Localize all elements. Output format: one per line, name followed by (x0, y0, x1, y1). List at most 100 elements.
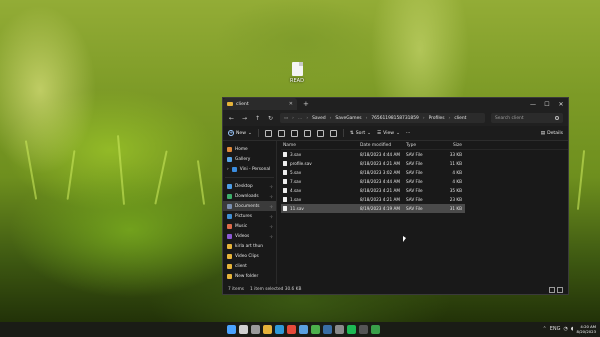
file-name: 5.sav (290, 170, 302, 175)
chevron-right-icon: › (329, 115, 332, 121)
settings-icon[interactable] (335, 325, 344, 334)
close-button[interactable]: ✕ (554, 101, 568, 108)
sidebar-item-desktop[interactable]: Desktop ⊹ (223, 181, 276, 191)
column-header-size[interactable]: Size (442, 143, 462, 148)
sidebar-item-gallery[interactable]: Gallery (223, 154, 276, 164)
table-row[interactable]: 3.sav 8/18/2023 4:44 AM SAV File 33 KB (281, 150, 568, 159)
tab-close-icon[interactable]: ✕ (289, 101, 293, 107)
item-count: 7 items (228, 287, 245, 292)
overflow-icon[interactable]: … (298, 116, 302, 121)
table-row[interactable]: 5.sav 8/18/2023 3:02 AM SAV File 4 KB (281, 168, 568, 177)
wifi-icon[interactable]: ◔ (564, 326, 568, 332)
monitor-icon: ▭ (284, 115, 289, 121)
breadcrumb-item[interactable]: SaveGames (335, 116, 361, 121)
sort-button[interactable]: ⇅ Sort ⌄ (350, 131, 371, 136)
share-icon[interactable] (316, 129, 324, 137)
sidebar-item-home[interactable]: Home (223, 144, 276, 154)
task-view-icon[interactable] (251, 325, 260, 334)
language-indicator[interactable]: ENG (550, 326, 561, 332)
chevron-right-icon: › (292, 115, 294, 121)
details-button[interactable]: ▤ Details (541, 131, 563, 136)
pin-icon: ⊹ (269, 193, 273, 199)
download-icon (227, 193, 232, 199)
tab-client[interactable]: client ✕ (223, 98, 297, 110)
breadcrumb-item[interactable]: 76561198158731859 (371, 116, 419, 121)
breadcrumb-item[interactable]: Saved (312, 116, 326, 121)
copy-icon[interactable] (277, 129, 285, 137)
paste-icon[interactable] (290, 129, 298, 137)
sidebar-item-downloads[interactable]: Downloads ⊹ (223, 191, 276, 201)
file-explorer-icon[interactable] (263, 325, 272, 334)
desktop-file-icon[interactable]: READ (282, 62, 312, 84)
sidebar-item-videos[interactable]: Videos ⊹ (223, 231, 276, 241)
cut-icon[interactable] (264, 129, 272, 137)
sidebar-item-label: Music (235, 223, 248, 229)
wallpaper-grass (24, 140, 38, 200)
start-icon[interactable] (227, 325, 236, 334)
new-button[interactable]: + New ⌄ (228, 130, 252, 136)
table-row[interactable]: 4.sav 8/18/2023 4:21 AM SAV File 35 KB (281, 186, 568, 195)
pin-icon: ⊹ (269, 223, 273, 229)
terminal-icon[interactable] (359, 325, 368, 334)
edge-browser-icon[interactable] (275, 325, 284, 334)
clock[interactable]: 4:20 AM 8/20/2023 (577, 324, 596, 334)
sidebar-item-onedrive[interactable]: › Vini - Personal (223, 164, 276, 174)
column-header-name[interactable]: Name (281, 143, 360, 148)
store-icon[interactable] (299, 325, 308, 334)
view-button[interactable]: ☰ View ⌄ (377, 131, 400, 136)
view-label: View (383, 130, 395, 136)
more-options-button[interactable]: ··· (406, 131, 410, 136)
back-arrow-icon[interactable]: ← (228, 115, 235, 122)
table-row[interactable]: 1.sav 8/18/2023 4:21 AM SAV File 23 KB (281, 195, 568, 204)
details-view-icon[interactable] (549, 286, 555, 293)
file-type: SAV File (406, 188, 423, 193)
steam-icon[interactable] (323, 325, 332, 334)
delete-icon[interactable] (329, 129, 337, 137)
up-arrow-icon[interactable]: ↑ (254, 115, 261, 122)
chevron-up-icon[interactable]: ⌃ (543, 326, 547, 332)
divider (257, 129, 259, 137)
spotify-icon[interactable] (347, 325, 356, 334)
file-icon (283, 188, 287, 193)
file-date: 8/18/2023 3:02 AM (360, 170, 401, 175)
wallpaper-grass (116, 135, 126, 205)
file-name-cell: 11.sav (281, 206, 360, 211)
sidebar-item-folder[interactable]: kirla art thun (223, 241, 276, 251)
chevron-right-icon: › (306, 115, 309, 121)
file-name: 11.sav (290, 206, 304, 211)
sidebar-item-folder[interactable]: Video Clips (223, 251, 276, 261)
rename-icon[interactable] (303, 129, 311, 137)
sidebar-item-folder[interactable]: client (223, 261, 276, 271)
sidebar-item-pictures[interactable]: Pictures ⊹ (223, 211, 276, 221)
sidebar-item-label: Downloads (235, 193, 259, 199)
sidebar-item-documents[interactable]: Documents ⊹ (223, 201, 276, 211)
maximize-button[interactable]: ☐ (540, 101, 554, 108)
breadcrumb[interactable]: ▭ › … › Saved › SaveGames › 765611981587… (280, 113, 485, 123)
music-icon (227, 223, 232, 229)
table-row[interactable]: profile.sav 8/18/2023 4:21 AM SAV File 1… (281, 159, 568, 168)
tiles-view-icon[interactable] (557, 286, 563, 293)
table-row-selected[interactable]: 11.sav 8/19/2023 4:19 AM SAV File 31 KB (281, 204, 465, 213)
chrome-icon[interactable] (287, 325, 296, 334)
sidebar-item-music[interactable]: Music ⊹ (223, 221, 276, 231)
details-label: Details (547, 130, 563, 136)
column-header-date[interactable]: Date modified (360, 143, 406, 148)
new-tab-button[interactable]: + (303, 100, 309, 108)
refresh-icon[interactable]: ↻ (267, 115, 274, 122)
breadcrumb-item[interactable]: client (454, 116, 466, 121)
sidebar-item-folder[interactable]: New folder (223, 271, 276, 281)
sidebar-item-label: Gallery (235, 156, 251, 162)
breadcrumb-item[interactable]: Profiles (429, 116, 445, 121)
app-icon[interactable] (371, 325, 380, 334)
forward-arrow-icon[interactable]: → (241, 115, 248, 122)
volume-icon[interactable]: ◖ (571, 326, 574, 332)
chevron-right-icon[interactable]: › (227, 167, 229, 172)
minimize-button[interactable]: — (526, 101, 540, 108)
search-icon[interactable] (239, 325, 248, 334)
xbox-icon[interactable] (311, 325, 320, 334)
table-row[interactable]: 7.sav 8/18/2023 4:44 AM SAV File 4 KB (281, 177, 568, 186)
column-header-type[interactable]: Type (406, 143, 442, 148)
video-icon (227, 233, 232, 239)
cloud-icon (231, 166, 237, 172)
search-input[interactable]: Search client (491, 113, 563, 123)
